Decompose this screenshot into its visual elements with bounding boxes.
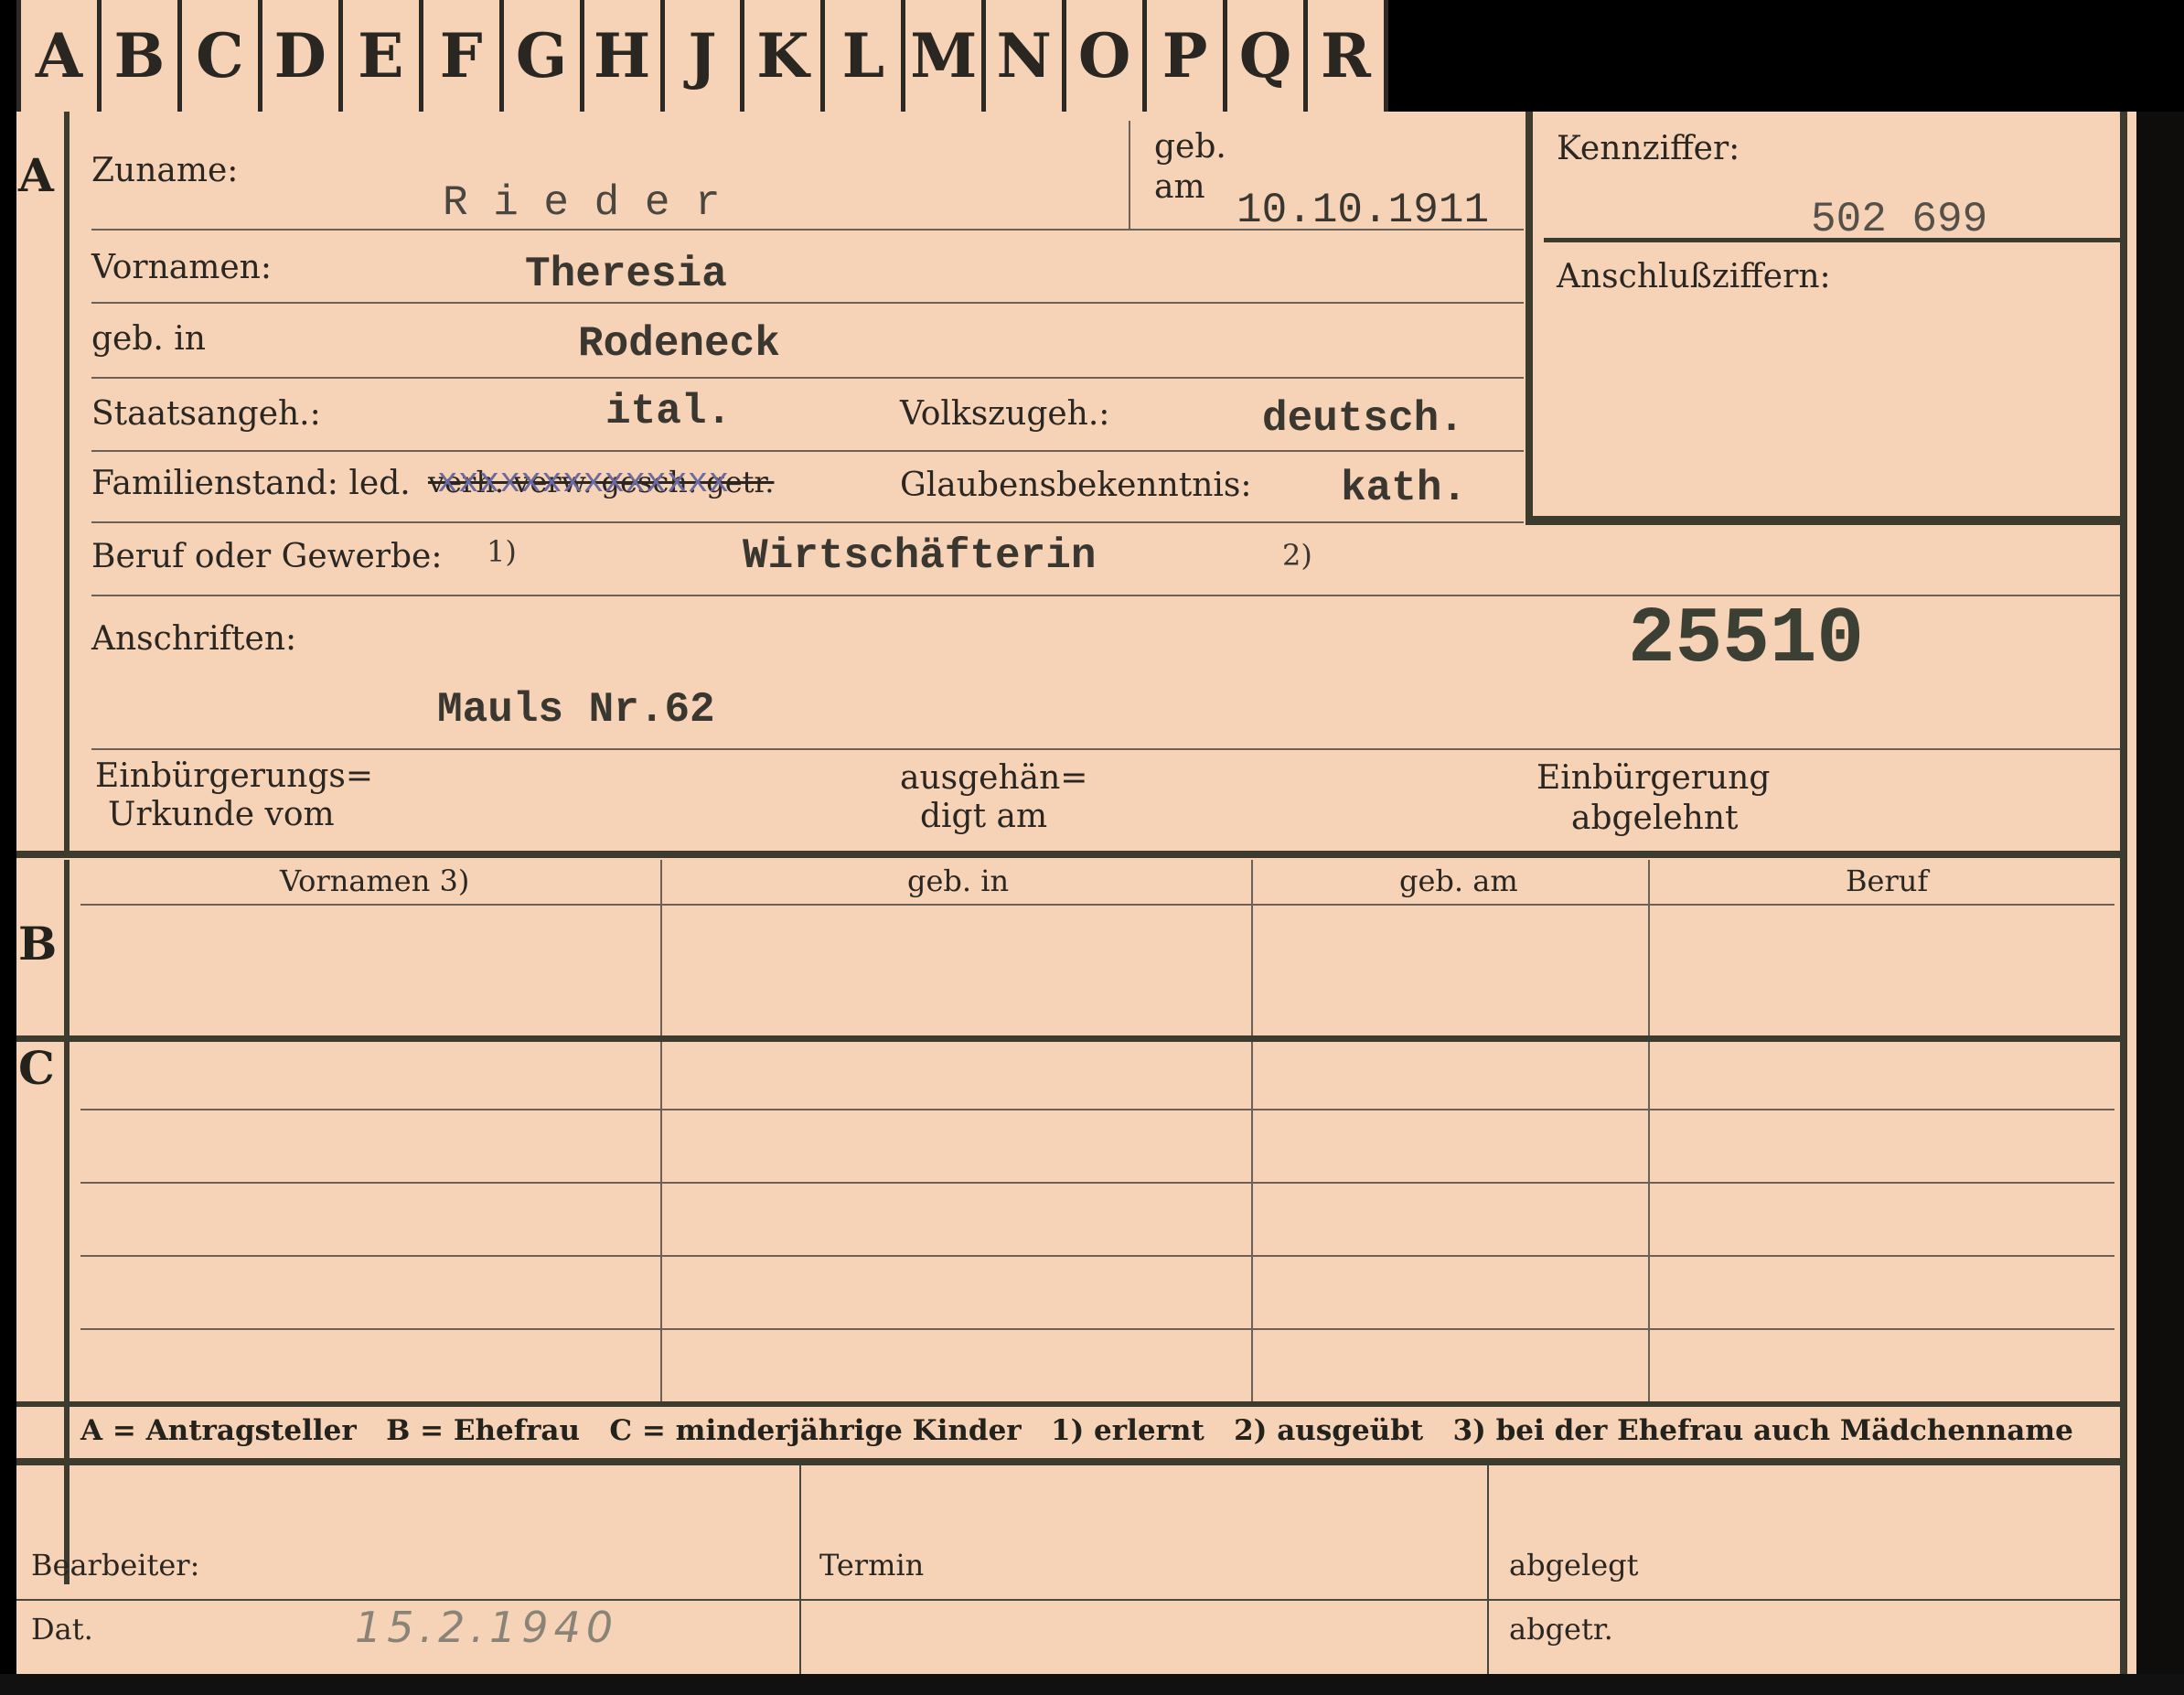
kennziffer-box-bottom <box>1526 516 2127 525</box>
index-tab: J <box>664 0 745 112</box>
section-bc-divider <box>16 1035 2127 1042</box>
row-line-anschriften <box>91 748 2120 750</box>
col-divider-2-c <box>1251 1045 1253 1401</box>
kennziffer-label: Kennziffer: <box>1557 130 1740 167</box>
scan-background-right <box>2136 112 2184 1674</box>
card-right-border <box>2120 112 2127 1674</box>
section-letter-a: A <box>18 148 54 202</box>
einbuergerung-abgelehnt-label-1: Einbürgerung <box>1536 759 1771 797</box>
index-tab: O <box>1066 0 1148 112</box>
zuname-label: Zuname: <box>91 152 239 189</box>
index-tabs: ABCDEFGHJKLMNOPQR <box>16 0 1388 112</box>
section-letter-c: C <box>18 1041 55 1095</box>
footer-divider-2 <box>1487 1465 1489 1674</box>
einbuergerung-abgelehnt-label-2: abgelehnt <box>1571 799 1739 837</box>
datum-handwritten: 15.2.1940 <box>355 1603 619 1652</box>
dat-label: Dat. <box>31 1612 93 1647</box>
index-tab: L <box>825 0 906 112</box>
index-tab: C <box>181 0 262 112</box>
beruf-superscript-1: 1) <box>487 534 517 569</box>
index-tab: A <box>16 0 102 112</box>
anschlussziffern-label: Anschlußziffern: <box>1557 258 1831 295</box>
staatsangeh-value: ital. <box>605 388 733 435</box>
legend-text: A = Antragsteller B = Ehefrau C = minder… <box>80 1414 2073 1447</box>
table-header-vornamen: Vornamen 3) <box>280 864 470 898</box>
index-tab: P <box>1147 0 1228 112</box>
footer-divider-1 <box>799 1465 801 1674</box>
index-tab: E <box>342 0 423 112</box>
registration-card: A B C Kennziffer: 502 699 Anschlußziffer… <box>16 112 2136 1674</box>
vornamen-value: Theresia <box>525 251 727 298</box>
row-line-vornamen <box>91 302 1524 304</box>
table-header-geb-in: geb. in <box>907 864 1010 898</box>
kennziffer-box-left <box>1526 112 1533 523</box>
table-header-beruf: Beruf <box>1846 864 1929 898</box>
geb-am-label-2: am <box>1154 168 1205 206</box>
geb-am-value: 10.10.1911 <box>1237 187 1490 234</box>
index-tab: B <box>101 0 182 112</box>
row-line-staatsangeh <box>91 450 1524 452</box>
section-letter-b: B <box>18 917 58 971</box>
volkszugeh-label: Volkszugeh.: <box>900 395 1110 433</box>
child-row-line-3 <box>80 1255 2114 1257</box>
beruf-label: Beruf oder Gewerbe: <box>91 538 443 575</box>
staatsangeh-label: Staatsangeh.: <box>91 395 321 433</box>
index-tab: K <box>744 0 826 112</box>
beruf-value: Wirtschäfterin <box>743 532 1097 580</box>
row-line-familienstand <box>91 521 1524 523</box>
anschriften-label: Anschriften: <box>91 620 297 658</box>
geb-am-label-1: geb. <box>1154 128 1226 166</box>
abgetr-label: abgetr. <box>1509 1612 1613 1647</box>
geb-in-label: geb. in <box>91 320 206 358</box>
table-header-geb-am: geb. am <box>1399 864 1518 898</box>
col-divider-1-c <box>660 1045 662 1401</box>
geb-am-divider <box>1129 121 1130 229</box>
index-tab: D <box>262 0 343 112</box>
index-tab: M <box>905 0 987 112</box>
legend-top-border <box>16 1401 2127 1407</box>
ausgehaen-label-2: digt am <box>920 798 1048 835</box>
bearbeiter-label: Bearbeiter: <box>31 1548 200 1582</box>
child-row-line-2 <box>80 1182 2114 1184</box>
volkszugeh-value: deutsch. <box>1262 395 1464 443</box>
index-tab: Q <box>1227 0 1308 112</box>
anschrift-value: Mauls Nr.62 <box>437 686 715 734</box>
ausgehaen-label-1: ausgehän= <box>900 759 1088 797</box>
glaubensbekenntnis-value: kath. <box>1341 465 1468 512</box>
einbuergerungs-label-2: Urkunde vom <box>108 796 335 833</box>
termin-label: Termin <box>819 1548 925 1582</box>
vornamen-label: Vornamen: <box>91 249 272 286</box>
kennziffer-value: 502 699 <box>1811 196 1988 243</box>
scan-background-bottom <box>0 1674 2184 1695</box>
section-a-left-border <box>64 112 70 851</box>
child-row-line-4 <box>80 1328 2114 1330</box>
legend-bottom-border <box>16 1458 2127 1465</box>
glaubensbekenntnis-label: Glaubensbekenntnis: <box>900 467 1252 504</box>
col-divider-3-c <box>1648 1045 1650 1401</box>
stamped-number: 25510 <box>1628 595 1865 684</box>
index-tab: R <box>1308 0 1388 112</box>
abgelegt-label: abgelegt <box>1509 1548 1639 1582</box>
einbuergerungs-label-1: Einbürgerungs= <box>95 757 374 795</box>
beruf-superscript-2: 2) <box>1282 538 1312 573</box>
zuname-value: R i e d e r <box>443 179 721 227</box>
familienstand-label: Familienstand: led. <box>91 465 411 502</box>
geb-in-value: Rodeneck <box>578 320 780 368</box>
index-tab: G <box>503 0 584 112</box>
section-ab-divider <box>16 851 2127 858</box>
index-tab: H <box>583 0 665 112</box>
table-header-line <box>80 904 2114 906</box>
familienstand-overtype: xxxxxxxxxxxxxx <box>437 463 730 502</box>
section-bc-left-border <box>64 860 70 1584</box>
index-tab: N <box>986 0 1067 112</box>
footer-middle-line <box>16 1599 2120 1601</box>
row-line-geb-in <box>91 377 1524 379</box>
child-row-line-1 <box>80 1109 2114 1110</box>
index-tab: F <box>423 0 504 112</box>
